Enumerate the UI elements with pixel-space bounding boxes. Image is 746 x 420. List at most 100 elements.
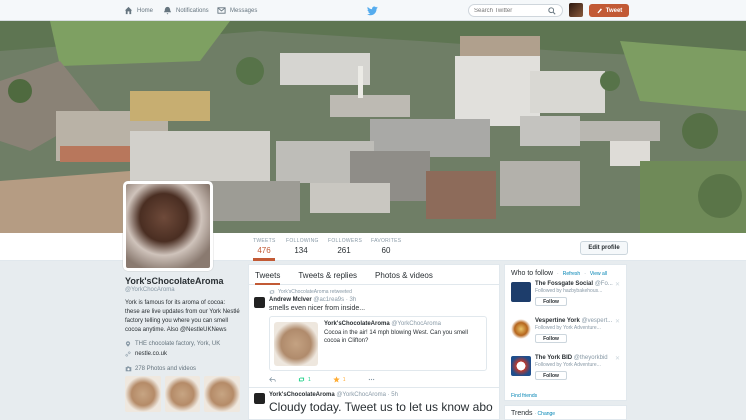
- find-friends-link[interactable]: Find friends: [511, 393, 620, 399]
- tweet-item[interactable]: York'sChocolateAroma @YorkChocAroma · 5h…: [249, 388, 499, 418]
- tweets-timeline: Tweets Tweets & replies Photos & videos …: [248, 264, 500, 420]
- suggestion-name: Vespertine York: [535, 318, 580, 324]
- profile-website-link[interactable]: nestle.co.uk: [135, 351, 167, 357]
- dismiss-icon[interactable]: ✕: [615, 318, 620, 325]
- trends-change-link[interactable]: Change: [538, 411, 556, 417]
- search-icon[interactable]: [548, 7, 556, 15]
- home-icon: [124, 6, 133, 15]
- quill-icon: [597, 8, 602, 14]
- more-icon[interactable]: [368, 376, 375, 383]
- profile-location: THE chocolate factory, York, UK: [135, 341, 221, 347]
- tweet-author-avatar[interactable]: [254, 393, 265, 404]
- reply-icon[interactable]: [269, 376, 276, 383]
- retweet-icon: [298, 377, 305, 382]
- nav-messages[interactable]: Messages: [217, 6, 257, 15]
- tweet-author-avatar[interactable]: [254, 297, 265, 308]
- location-pin-icon: [125, 341, 131, 347]
- stat-favorites-label: FAVORITES: [371, 238, 402, 244]
- compose-tweet-button[interactable]: Tweet: [589, 4, 629, 17]
- dismiss-icon[interactable]: ✕: [615, 355, 620, 362]
- account-avatar[interactable]: [569, 3, 583, 17]
- stat-tweets-value: 476: [257, 246, 271, 255]
- tweet-item[interactable]: York'sChocolateAroma retweeted Andrew Mc…: [249, 285, 499, 388]
- nav-home[interactable]: Home: [124, 6, 153, 15]
- retweet-context: York'sChocolateAroma retweeted: [269, 289, 493, 295]
- suggestion-avatar[interactable]: [511, 282, 531, 302]
- profile-bio-card: York'sChocolateAroma @YorkChocAroma York…: [125, 276, 241, 412]
- profile-name[interactable]: York'sChocolateAroma: [125, 276, 240, 286]
- tweet-author-handle[interactable]: @YorkChocAroma: [336, 392, 386, 398]
- photo-thumbnail[interactable]: [204, 376, 241, 412]
- tweet-author-name[interactable]: York'sChocolateAroma: [269, 392, 335, 398]
- follow-button[interactable]: Follow: [535, 371, 567, 380]
- profile-handle[interactable]: @YorkChocAroma: [125, 287, 240, 293]
- suggestion-avatar[interactable]: [511, 319, 531, 339]
- suggestion-name-row[interactable]: The York BID @theyorkbid: [535, 355, 620, 361]
- quoted-tweet-header: York'sChocolateAroma @YorkChocAroma: [324, 321, 482, 327]
- profile-stats-bar: TWEETS 476 FOLLOWING 134 FOLLOWERS 261 F…: [0, 233, 746, 261]
- profile-description: York is famous for its aroma of cocoa: t…: [125, 300, 240, 333]
- follow-button-label: Follow: [543, 298, 559, 305]
- tweet-actions: 1 1: [269, 376, 493, 383]
- photos-videos-link[interactable]: 278 Photos and videos: [125, 365, 240, 372]
- twitter-bird-icon[interactable]: [367, 5, 378, 16]
- suggestion-name-row[interactable]: The Fossgate Social @Fo...: [535, 281, 620, 287]
- dismiss-icon[interactable]: ✕: [615, 281, 620, 288]
- suggestion-name-row[interactable]: Vespertine York @vespert...: [535, 318, 620, 324]
- stat-tweets[interactable]: TWEETS 476: [253, 238, 275, 261]
- photo-thumbnail[interactable]: [164, 376, 201, 412]
- retweet-action[interactable]: 1: [298, 376, 311, 383]
- tweet-timestamp[interactable]: 5h: [391, 392, 398, 398]
- view-all-link[interactable]: View all: [590, 271, 607, 277]
- camera-icon: [125, 366, 132, 372]
- suggestion-followed-by: Followed by hazbybakehous...: [535, 288, 603, 294]
- quoted-tweet[interactable]: York'sChocolateAroma @YorkChocAroma Coco…: [269, 316, 487, 371]
- quoted-tweet-handle: @YorkChocAroma: [391, 321, 441, 327]
- favorite-count: 1: [342, 376, 346, 383]
- tab-photos-videos[interactable]: Photos & videos: [375, 271, 433, 284]
- tab-tweets-replies[interactable]: Tweets & replies: [298, 271, 357, 284]
- stat-following[interactable]: FOLLOWING 134: [286, 238, 318, 255]
- who-to-follow-header: Who to follow · Refresh · View all: [511, 270, 608, 277]
- suggestion-name: The Fossgate Social: [535, 281, 594, 287]
- tweet-author-name[interactable]: Andrew Mclver: [269, 297, 312, 303]
- refresh-link[interactable]: Refresh: [563, 271, 581, 277]
- profile-location-row: THE chocolate factory, York, UK: [125, 341, 240, 347]
- retweet-count: 1: [308, 376, 311, 383]
- envelope-icon: [217, 7, 226, 14]
- suggestion-handle: @theyorkbid: [573, 355, 608, 361]
- search-input[interactable]: [474, 7, 550, 14]
- suggestion-item: Vespertine York @vespert... Followed by …: [511, 318, 620, 351]
- stat-followers[interactable]: FOLLOWERS 261: [328, 238, 363, 255]
- stat-followers-label: FOLLOWERS: [328, 238, 363, 244]
- follow-button[interactable]: Follow: [535, 297, 567, 306]
- follow-button[interactable]: Follow: [535, 334, 567, 343]
- suggestion-followed-by: Followed by York Adventure...: [535, 325, 601, 331]
- nav-notifications-label: Notifications: [176, 7, 209, 14]
- quoted-tweet-image[interactable]: [274, 322, 318, 366]
- header-image: [0, 21, 746, 233]
- favorite-action[interactable]: 1: [333, 376, 346, 383]
- suggestion-item: The York BID @theyorkbid Followed by Yor…: [511, 355, 620, 388]
- retweet-context-text: York'sChocolateAroma retweeted: [278, 289, 352, 295]
- trends-panel: Trends · Change: [504, 405, 627, 420]
- photo-thumbnail[interactable]: [125, 376, 161, 412]
- retweet-icon: [269, 290, 275, 294]
- nav-notifications[interactable]: Notifications: [163, 6, 209, 15]
- tweet-header: Andrew Mclver @ac1rea9s · 3h: [269, 297, 357, 303]
- suggestion-name: The York BID: [535, 355, 573, 361]
- tweet-text: smells even nicer from inside...: [269, 305, 366, 312]
- tab-tweets[interactable]: Tweets: [255, 271, 281, 285]
- suggestion-followed-by: Followed by York Adventure...: [535, 362, 601, 368]
- suggestion-avatar[interactable]: [511, 356, 531, 376]
- edit-profile-button[interactable]: Edit profile: [580, 241, 628, 255]
- tweet-timestamp[interactable]: 3h: [349, 297, 356, 303]
- profile-avatar[interactable]: [123, 181, 213, 271]
- search-box[interactable]: [468, 4, 563, 17]
- who-to-follow-title: Who to follow: [511, 270, 554, 277]
- stat-favorites-value: 60: [381, 246, 391, 255]
- tweet-header: York'sChocolateAroma @YorkChocAroma · 5h: [269, 392, 398, 398]
- tweet-author-handle[interactable]: @ac1rea9s: [313, 297, 344, 303]
- stat-favorites[interactable]: FAVORITES 60: [371, 238, 401, 255]
- quoted-tweet-text: Cocoa in the air! 14 mph blowing West. C…: [324, 330, 468, 344]
